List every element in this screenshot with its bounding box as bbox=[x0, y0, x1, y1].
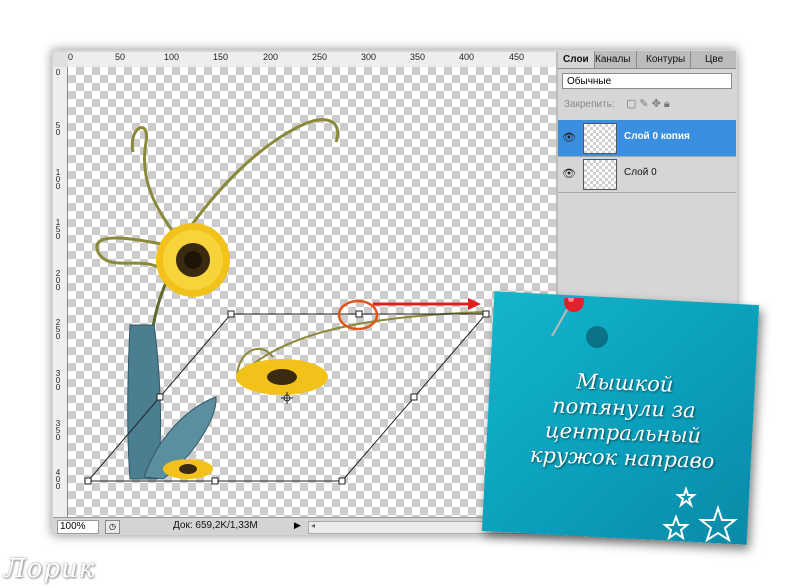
ruler-tick-label: 200 bbox=[263, 52, 279, 62]
lock-label: Закрепить: bbox=[564, 99, 615, 110]
ruler-tick-label: 450 bbox=[509, 52, 525, 62]
handle-left-middle bbox=[156, 393, 164, 401]
ruler-vertical: 0 5 0 1 0 0 1 5 0 2 0 0 2 5 0 3 0 0 3 5 … bbox=[53, 67, 68, 517]
ruler-tick-label: 4 0 0 bbox=[55, 468, 61, 491]
canvas-artwork bbox=[84, 118, 490, 485]
document-canvas[interactable] bbox=[68, 67, 556, 517]
blend-mode-select[interactable]: Обычные bbox=[562, 73, 732, 89]
ruler-tick-label: 350 bbox=[410, 52, 426, 62]
handle-bottom-left bbox=[84, 477, 92, 485]
eye-icon[interactable]: 👁︎ bbox=[562, 131, 576, 144]
note-caption: Мышкой потянули за центральный кружок на… bbox=[494, 367, 752, 476]
vine-curl bbox=[181, 118, 340, 238]
watermark: Лорик bbox=[4, 554, 96, 584]
ruler-tick-label: 2 5 0 bbox=[55, 318, 61, 341]
ruler-tick-label: 0 bbox=[68, 52, 74, 62]
ruler-corner bbox=[53, 52, 69, 68]
ruler-tick-label: 300 bbox=[361, 52, 377, 62]
handle-bottom-center bbox=[211, 477, 219, 485]
sticky-note: Мышкой потянули за центральный кружок на… bbox=[481, 291, 763, 551]
lock-all-icon[interactable]: 🔒︎ bbox=[664, 98, 673, 110]
doc-size-readout: Док: 659,2K/1,33M bbox=[173, 520, 258, 531]
pin-needle-icon bbox=[551, 307, 569, 337]
lock-brush-icon[interactable]: ✎ bbox=[639, 98, 651, 110]
ruler-tick-label: 50 bbox=[115, 52, 126, 62]
tab-paths[interactable]: Контуры bbox=[641, 51, 692, 68]
tab-channels[interactable]: Каналы bbox=[590, 51, 637, 68]
status-info-icon[interactable]: ◷ bbox=[105, 520, 120, 534]
ruler-tick-label: 2 0 0 bbox=[55, 269, 61, 292]
layer-row[interactable]: 👁︎ Слой 0 копия bbox=[558, 120, 736, 157]
ruler-tick-label: 100 bbox=[164, 52, 180, 62]
handle-right-middle bbox=[410, 393, 418, 401]
ruler-tick-label: 1 5 0 bbox=[55, 218, 61, 241]
pin-shadow-icon bbox=[586, 326, 608, 348]
ruler-tick-label: 3 0 0 bbox=[55, 369, 61, 392]
lock-transparency-icon[interactable]: ▢ bbox=[626, 98, 639, 110]
panel-tabs: Слои Каналы Контуры Цве bbox=[558, 51, 736, 69]
ruler-tick-label: 1 0 0 bbox=[55, 168, 61, 191]
sunflower-bottom bbox=[163, 459, 213, 479]
layer-name: Слой 0 копия bbox=[624, 131, 690, 142]
lock-icons[interactable]: ▢✎✥🔒︎ bbox=[626, 97, 673, 111]
layer-name: Слой 0 bbox=[624, 167, 657, 178]
red-arrow-head bbox=[468, 298, 481, 310]
zoom-field[interactable]: 100% bbox=[57, 520, 99, 534]
layer-row[interactable]: 👁︎ Слой 0 bbox=[558, 156, 736, 193]
scroll-left-arrow-icon[interactable]: ◂ bbox=[311, 521, 315, 530]
sunflower-middle bbox=[236, 359, 328, 395]
ruler-tick-label: 250 bbox=[312, 52, 328, 62]
ruler-tick-label: 400 bbox=[459, 52, 475, 62]
layers-list: 👁︎ Слой 0 копия 👁︎ Слой 0 bbox=[558, 120, 736, 193]
handle-bottom-right bbox=[338, 477, 346, 485]
ruler-tick-label: 5 0 bbox=[55, 121, 61, 137]
vine-stem bbox=[130, 126, 182, 243]
stars-icon bbox=[662, 485, 738, 543]
status-menu-arrow-icon[interactable]: ▶ bbox=[294, 520, 301, 531]
handle-top-center bbox=[355, 310, 363, 318]
ruler-horizontal: 0 50 100 150 200 250 300 350 400 450 bbox=[68, 52, 556, 68]
status-bar: 100% ◷ Док: 659,2K/1,33M ▶ ◂ bbox=[53, 517, 556, 535]
ruler-tick-label: 0 bbox=[55, 68, 61, 77]
ruler-tick-label: 150 bbox=[213, 52, 229, 62]
eye-icon[interactable]: 👁︎ bbox=[562, 167, 576, 180]
ruler-tick-label: 3 5 0 bbox=[55, 419, 61, 442]
tab-color[interactable]: Цве bbox=[700, 51, 728, 68]
lock-move-icon[interactable]: ✥ bbox=[652, 98, 664, 110]
layer-thumbnail bbox=[583, 123, 617, 154]
layer-thumbnail bbox=[583, 159, 617, 190]
handle-top-left bbox=[227, 310, 235, 318]
sunflower-top bbox=[156, 223, 230, 297]
